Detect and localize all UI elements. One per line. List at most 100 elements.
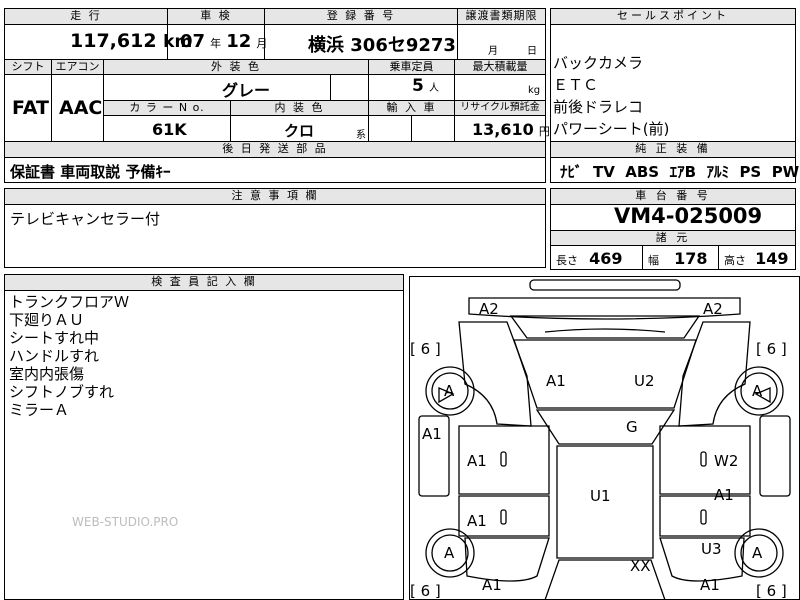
hood [513,339,697,409]
shift-value: FAT [12,97,49,119]
import-header: 輸 入 車 [369,101,454,115]
transfer-month-unit: 月 [488,46,498,57]
mark-tire-rear-right: [ 6 ] [756,582,787,600]
mark-front-bumper-right: A2 [703,300,723,318]
notes-header: 注 意 事 項 欄 [5,189,545,204]
recycle-deposit-header: リサイクル預託金 [455,101,545,115]
shift-header: シフト [5,60,51,74]
mark-wheel-rear-right: A [752,544,763,562]
notes-value: テレビキャンセラー付 [10,210,161,228]
mark-wheel-front-left: A [444,382,455,400]
interior-suffix: 系 [356,130,366,141]
genuine-item: ｴｱB [669,163,697,181]
length-label: 長さ [556,254,578,267]
genuine-item: ﾅﾋﾞ [560,163,583,181]
width-field: 幅 178 [648,249,708,268]
genuine-item: PS [739,163,762,181]
windshield [535,409,676,445]
sales-point-item: バックカメラ [553,54,644,72]
interior-color-value: クロ [284,122,315,140]
height-field: 高さ 149 [724,249,789,268]
watermark: WEB-STUDIO.PRO [72,515,179,529]
registration-header: 登 録 番 号 [265,9,457,24]
inspection-header: 車 検 [168,9,264,24]
sales-points-header: セールスポイント [551,9,795,24]
mark-hood-left: A1 [546,372,566,390]
quarter-rear-left [464,537,550,582]
front-bumper-tab [529,279,681,291]
height-label: 高さ [724,254,746,267]
car-diagram [418,279,791,600]
mark-roof: U1 [590,487,611,505]
door-rear-right [659,495,751,537]
inspector-note: 下廻りＡＵ [9,311,85,329]
mark-front-bumper-left: A2 [479,300,499,318]
mileage-header: 走 行 [5,9,167,24]
inspector-note: シートすれ中 [9,329,100,347]
fender-front-left [458,321,532,427]
capacity-number: 5 [412,76,424,96]
dimensions-header: 諸 元 [551,231,795,245]
recycle-value: 13,610 円 [472,120,550,139]
mark-door-rear-left: A1 [467,512,487,530]
inspector-header: 検 査 員 記 入 欄 [5,275,403,290]
ac-header: エアコン [52,60,103,74]
mark-hood-right: U2 [634,372,655,390]
length-field: 長さ 469 [556,249,623,268]
mark-rear-left: A1 [482,576,502,594]
exterior-color-header: 外 装 色 [104,60,368,74]
genuine-item: PW [771,163,800,181]
sales-points-list: バックカメラ ＥＴＣ 前後ドラレコ パワーシート(前) [553,52,669,140]
mileage-value: 117,612 km [70,30,192,52]
inspector-notes-list: トランクフロアＷ 下廻りＡＵ シートすれ中 ハンドルすれ 室内内張傷 シフトノブ… [9,293,129,419]
inspection-value: 07 年 12 月 [180,31,267,52]
mark-door-rear-right: A1 [714,486,734,504]
mark-tire-rear-left: [ 6 ] [410,582,441,600]
fender-front-right [678,321,751,427]
chassis-header: 車 台 番 号 [551,189,795,204]
mileage-number: 117,612 [70,30,157,52]
length-value: 469 [589,249,623,268]
color-no-value: 61K [152,120,187,139]
inspection-month: 12 [226,31,252,52]
genuine-equipment-list: ﾅﾋﾞ TV ABS ｴｱB ｱﾙﾐ PS PW [560,161,799,182]
chassis-number: VM4-025009 [614,204,763,228]
genuine-item: ABS [625,163,660,181]
genuine-item: TV [592,163,615,181]
capacity-header: 乗車定員 [369,60,454,74]
mark-rear-right: A1 [700,576,720,594]
month-unit: 月 [256,37,268,50]
capacity-unit: 人 [428,83,439,94]
mark-fender-left: A1 [422,425,442,443]
mark-quarter-right: U3 [701,540,722,558]
genuine-equipment-header: 純 正 装 備 [551,142,795,157]
sales-point-item: ＥＴＣ [553,76,599,94]
load-unit: kg [528,85,541,96]
inspector-note: トランクフロアＷ [9,293,130,311]
inspector-note: ハンドルすれ [9,347,100,365]
width-label: 幅 [648,254,659,267]
mark-door-front-right: W2 [714,452,739,470]
height-value: 149 [755,249,789,268]
mark-wheel-front-right: A [752,382,763,400]
inspector-note: 室内内張傷 [9,365,85,383]
mark-windshield: G [626,418,638,436]
width-value: 178 [674,249,708,268]
accessories-header: 後 日 発 送 部 品 [5,142,545,157]
mark-trunk: XX [630,557,651,575]
max-load-header: 最大積載量 [455,60,545,74]
registration-value: 横浜 306セ9273 [308,35,456,56]
interior-color-header: 内 装 色 [231,101,368,115]
accessories-value: 保証書 車両取説 予備ｷｰ [10,163,171,181]
side-right-panel [759,415,791,497]
mark-wheel-rear-left: A [444,544,455,562]
recycle-unit: 円 [538,125,550,138]
exterior-color-value: グレー [222,81,271,100]
inspector-note: シフトノブすれ [9,383,115,401]
capacity-value: 5 人 [412,76,439,96]
genuine-item: ｱﾙﾐ [706,163,729,181]
color-no-header: カ ラ ー N o. [104,101,230,115]
mark-tire-front-left: [ 6 ] [410,340,441,358]
transfer-day-unit: 日 [527,46,537,57]
transfer-deadline-header: 譲渡書類期限 [458,9,545,24]
